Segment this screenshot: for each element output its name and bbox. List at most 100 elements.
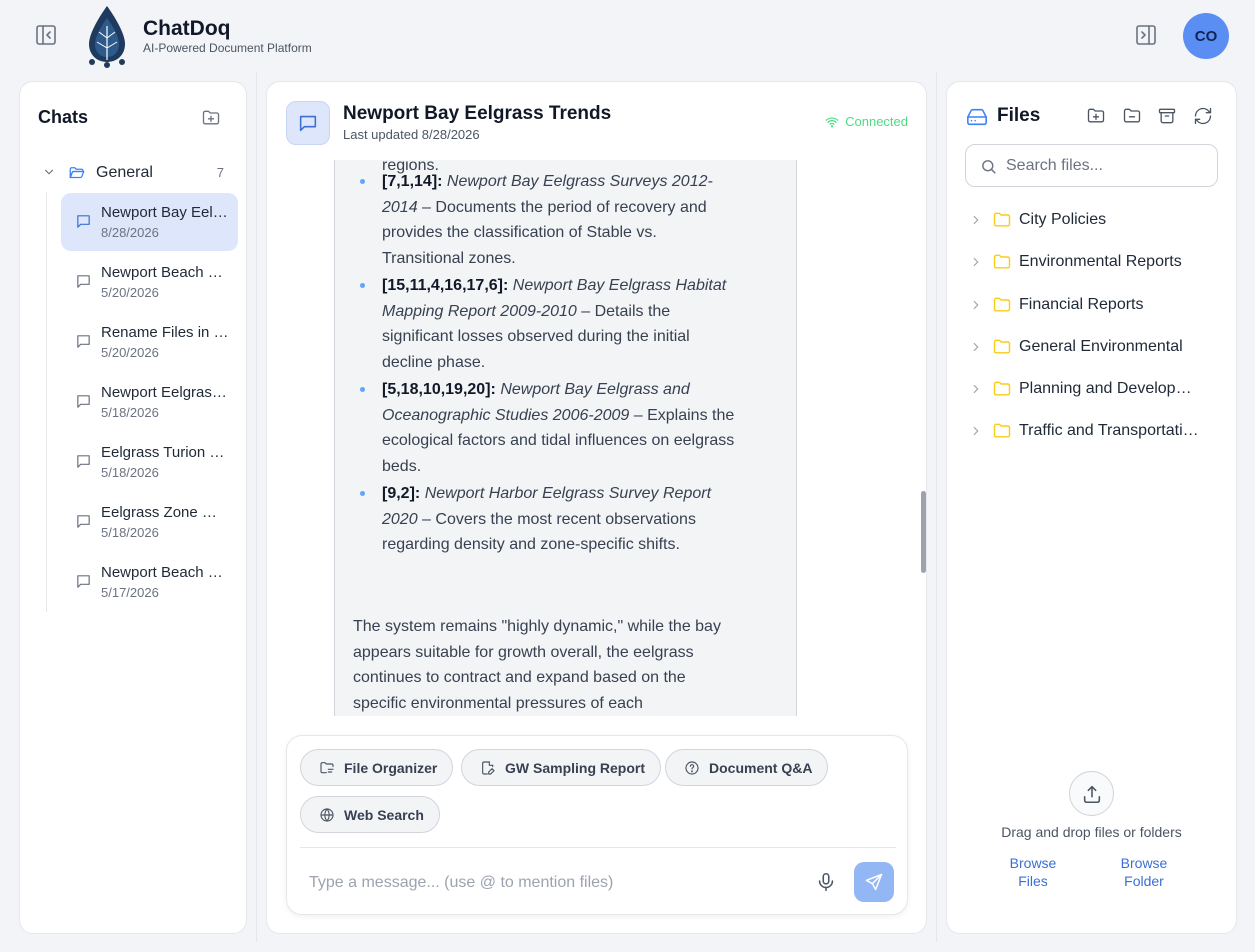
scrollbar-thumb[interactable] [921,491,926,573]
folder-open-icon [68,164,86,182]
chevron-down-icon [42,165,56,179]
new-chat-folder-icon[interactable] [201,108,221,128]
app-name: ChatDoq [143,17,231,40]
file-folder-row[interactable]: Traffic and Transportation [969,421,1219,463]
gw-sampling-report-chip[interactable]: GW Sampling Report [461,749,661,786]
chat-bubble-icon [75,333,92,350]
chat-item[interactable]: Newport Eelgrass Survey 5/18/2026 [61,373,238,431]
send-icon [864,872,884,892]
folder-icon [992,252,1012,272]
new-folder-icon[interactable] [1086,106,1106,126]
folder-icon [992,337,1012,357]
collapse-left-sidebar-icon[interactable] [34,23,58,47]
top-bar: ChatDoq AI-Powered Document Platform CO [0,0,1255,72]
file-tree: City Policies Environmental Reports Fina… [969,210,1219,464]
file-search-input[interactable] [1006,153,1206,179]
chat-date: 5/20/2026 [101,285,159,300]
chat-title: Eelgrass Zone Mapping [101,504,229,521]
chevron-right-icon [969,255,983,269]
source-desc: – Documents the period of recovery and p… [382,198,707,267]
wifi-icon [825,115,839,129]
folder-name: Environmental Reports [1019,253,1182,271]
folder-name: City Policies [1019,211,1107,228]
folder-icon [992,210,1012,230]
conversation-title: Newport Bay Eelgrass Trends [343,103,612,124]
send-button[interactable] [854,862,894,902]
panel-divider[interactable] [256,72,257,942]
microphone-icon[interactable] [815,871,837,893]
chat-title: Newport Beach Harbor [101,564,229,581]
chats-title: Chats [38,107,89,127]
file-folder-row[interactable]: Planning and Development [969,379,1219,421]
folder-name: General [96,164,153,181]
globe-icon [319,807,335,823]
chat-bubble-icon [75,273,92,290]
chats-sidebar: Chats General 7 Newport Bay Eelgrass Tre… [19,81,247,934]
collapse-folders-icon[interactable] [1122,106,1142,126]
source-item: [7,1,14]: Newport Bay Eelgrass Surveys 2… [357,169,737,271]
chip-label: File Organizer [344,759,438,776]
folder-name: Traffic and Transportation [1019,422,1199,440]
message-input[interactable] [300,865,790,901]
chat-item[interactable]: Newport Bay Eelgrass Trends 8/28/2026 [61,193,238,251]
chat-item[interactable]: Eelgrass Turion Density 5/18/2026 [61,433,238,491]
upload-button[interactable] [1069,771,1114,816]
chevron-right-icon [969,382,983,396]
chat-item[interactable]: Rename Files in Folder 5/20/2026 [61,313,238,371]
help-circle-icon [684,760,700,776]
composer-divider [300,847,896,848]
app-tagline: AI-Powered Document Platform [143,41,312,55]
chevron-right-icon [969,424,983,438]
browse-folder-link[interactable]: Browse Folder [1109,854,1179,890]
chat-date: 5/18/2026 [101,525,159,540]
file-folder-row[interactable]: Financial Reports [969,295,1219,337]
file-folder-row[interactable]: General Environmental [969,337,1219,379]
upload-icon [1081,783,1103,805]
source-desc: – Covers the most recent observations re… [382,510,696,554]
file-folder-row[interactable]: Environmental Reports [969,252,1219,294]
chat-date: 5/17/2026 [101,585,159,600]
file-folder-row[interactable]: City Policies [969,210,1219,252]
message-list[interactable]: recent decline in Region 1 and expansion… [267,160,926,716]
chat-date: 5/20/2026 [101,345,159,360]
file-organizer-chip[interactable]: File Organizer [300,749,454,786]
source-item: [9,2]: Newport Harbor Eelgrass Survey Re… [357,481,737,558]
chat-title: Eelgrass Turion Density [101,444,229,461]
refresh-icon[interactable] [1193,106,1213,126]
files-panel: Files City Policies Environmental Report… [946,81,1237,934]
chat-item[interactable]: Newport Beach Harbor 5/17/2026 [61,553,238,611]
chat-date: 8/28/2026 [101,225,159,240]
chat-date: 5/18/2026 [101,405,159,420]
source-refs: [15,11,4,16,17,6]: [382,277,509,294]
user-avatar[interactable]: CO [1183,13,1229,59]
chat-item[interactable]: Newport Beach Eelgrass 5/20/2026 [61,253,238,311]
chat-bubble-icon [75,573,92,590]
panel-divider[interactable] [936,72,937,942]
chevron-right-icon [969,298,983,312]
folder-sort-icon [319,760,335,776]
folder-icon [992,295,1012,315]
chat-bubble-icon [75,453,92,470]
message-composer: File Organizer GW Sampling Report Docume… [286,735,908,915]
conversation-icon [286,101,330,145]
source-refs: [7,1,14]: [382,173,443,190]
drag-drop-hint: Drag and drop files or folders [1001,824,1182,840]
chat-item[interactable]: Eelgrass Zone Mapping 5/18/2026 [61,493,238,551]
chevron-right-icon [969,213,983,227]
collapse-right-sidebar-icon[interactable] [1134,23,1158,47]
chat-folder-general[interactable]: General 7 [40,162,230,184]
chip-label: Web Search [344,806,424,823]
source-refs: [5,18,10,19,20]: [382,381,496,398]
archive-icon[interactable] [1157,106,1177,126]
web-search-chip[interactable]: Web Search [300,796,440,833]
browse-files-link[interactable]: Browse Files [998,854,1068,890]
folder-name: Planning and Development [1019,380,1199,398]
message-text: The system remains "highly dynamic," whi… [353,618,721,712]
chat-title: Newport Bay Eelgrass Trends [101,204,229,221]
source-item: [5,18,10,19,20]: Newport Bay Eelgrass an… [357,377,737,479]
chat-date: 5/18/2026 [101,465,159,480]
source-list: [7,1,14]: Newport Bay Eelgrass Surveys 2… [357,169,737,560]
document-qa-chip[interactable]: Document Q&A [665,749,829,786]
file-search [965,144,1218,187]
chat-title: Rename Files in Folder [101,324,229,341]
